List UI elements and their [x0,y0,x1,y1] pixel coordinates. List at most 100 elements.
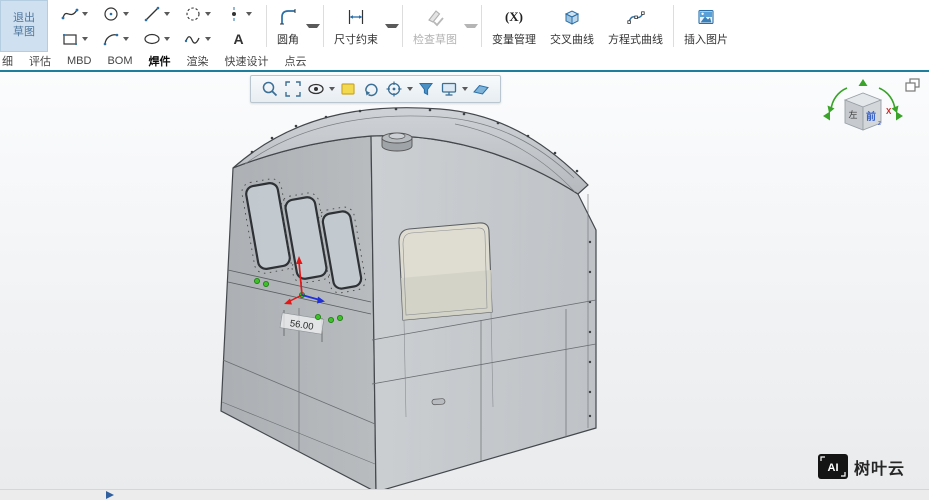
point-tool[interactable] [218,2,259,26]
spline-tool[interactable] [54,2,95,26]
view-orientation-icon[interactable] [384,79,404,99]
roof-vent[interactable] [382,133,412,151]
watermark-brand: 树叶云 [854,455,905,479]
door-handle-slot [432,399,445,405]
sketch-tool-grid: A [48,0,263,52]
cube-front-label[interactable]: 前 [866,110,876,123]
toolbar-separator [481,5,482,47]
intersection-curve-icon [562,7,582,27]
tab-render[interactable]: 渲染 [187,53,209,69]
freehand-curve-tool[interactable] [177,27,218,51]
hatch-line-tool[interactable] [136,2,177,26]
cube-arrow-right[interactable] [896,112,903,121]
tab-bom[interactable]: BOM [107,55,132,67]
filter-icon[interactable] [416,79,436,99]
cube-axis-x: X [886,107,892,116]
zoom-icon[interactable] [260,79,280,99]
chevron-down-icon[interactable] [205,37,211,41]
viewport[interactable]: 56.00 [0,72,929,489]
view-toolbar [250,75,501,103]
chevron-down-icon[interactable] [246,12,252,16]
insert-picture-label: 插入图片 [684,31,728,47]
view-cube[interactable]: 左 前 z X [821,78,905,150]
chevron-down-icon[interactable] [82,37,88,41]
chevron-down-icon[interactable] [123,37,129,41]
check-sketch-button[interactable]: 检查草图 [406,0,478,52]
center-circle-icon [102,5,120,23]
fit-view-icon[interactable] [283,79,303,99]
watermark: AI 树叶云 [818,454,905,479]
scroll-handle-icon[interactable] [106,491,114,499]
variable-manager-button[interactable]: (X) 变量管理 [485,0,543,52]
rectangle-icon [61,30,79,48]
tab-mbd[interactable]: MBD [67,55,91,67]
arc-icon [102,30,120,48]
variable-icon: (X) [505,7,523,27]
equation-curve-icon [626,7,646,27]
tab-point-cloud[interactable]: 点云 [285,53,307,69]
chevron-down-icon[interactable] [407,87,413,91]
construction-circle-icon [184,5,202,23]
toolbar-separator [323,5,324,47]
bottom-status-strip [0,489,929,500]
ellipse-tool[interactable] [136,27,177,51]
point-icon [225,5,243,23]
exit-sketch-label: 退出草图 [11,12,37,40]
toolbar-separator [266,5,267,47]
visibility-eye-icon[interactable] [306,79,326,99]
toolbar-separator [402,5,403,47]
tab-quick-design[interactable]: 快速设计 [225,53,269,69]
equation-curve-button[interactable]: 方程式曲线 [601,0,670,52]
cube-arrow-up[interactable] [859,79,868,86]
ai-badge-icon: AI [818,454,848,479]
chevron-down-icon[interactable] [205,12,211,16]
datum-plane-icon[interactable] [471,79,491,99]
ribbon-toolbar: 退出草图 [0,0,929,52]
dimension-constraint-button[interactable]: 尺寸约束 [327,0,399,52]
chevron-down-icon[interactable] [164,37,170,41]
cube-axis-z: z [878,121,881,127]
tab-0[interactable]: 细 [2,53,13,69]
center-circle-tool[interactable] [95,2,136,26]
tab-weldment[interactable]: 焊件 [149,53,171,69]
arc-tool[interactable] [95,27,136,51]
chevron-down-icon[interactable] [329,87,335,91]
ellipse-icon [143,30,161,48]
chevron-down-icon[interactable] [164,12,170,16]
text-tool-icon: A [233,31,243,47]
cab-left-face[interactable] [221,136,376,489]
hatch-line-icon [143,5,161,23]
fillet-button[interactable]: 圆角 [270,0,320,52]
chevron-down-icon[interactable] [462,87,468,91]
tab-evaluate[interactable]: 评估 [29,53,51,69]
check-sketch-label: 检查草图 [413,31,457,47]
check-sketch-icon [425,7,445,27]
spline-icon [61,5,79,23]
chevron-down-icon[interactable] [123,12,129,16]
fillet-label: 圆角 [277,31,299,47]
rectangle-tool[interactable] [54,27,95,51]
cube-arrow-left[interactable] [823,112,830,121]
variable-manager-label: 变量管理 [492,31,536,47]
insert-picture-button[interactable]: 插入图片 [677,0,735,52]
freehand-curve-icon [184,30,202,48]
chevron-down-icon[interactable] [306,24,320,28]
intersection-curve-label: 交叉曲线 [550,31,594,47]
ribbon-tabs: 细 评估 MBD BOM 焊件 渲染 快速设计 点云 [0,52,929,70]
model-3d-view[interactable]: 56.00 [0,72,929,489]
intersection-curve-button[interactable]: 交叉曲线 [543,0,601,52]
equation-curve-label: 方程式曲线 [608,31,663,47]
display-mode-icon[interactable] [439,79,459,99]
cube-left-label[interactable]: 左 [848,109,857,120]
chevron-down-icon [464,24,478,28]
chevron-down-icon[interactable] [385,24,399,28]
sketch-text-tool[interactable]: A [218,27,259,51]
rotate-view-icon[interactable] [361,79,381,99]
exit-sketch-button[interactable]: 退出草图 [0,0,48,52]
fillet-icon [278,7,298,27]
chevron-down-icon[interactable] [82,12,88,16]
section-plane-icon[interactable] [338,79,358,99]
construction-circle-tool[interactable] [177,2,218,26]
toolbar-separator [673,5,674,47]
restore-window-button[interactable] [905,78,921,92]
